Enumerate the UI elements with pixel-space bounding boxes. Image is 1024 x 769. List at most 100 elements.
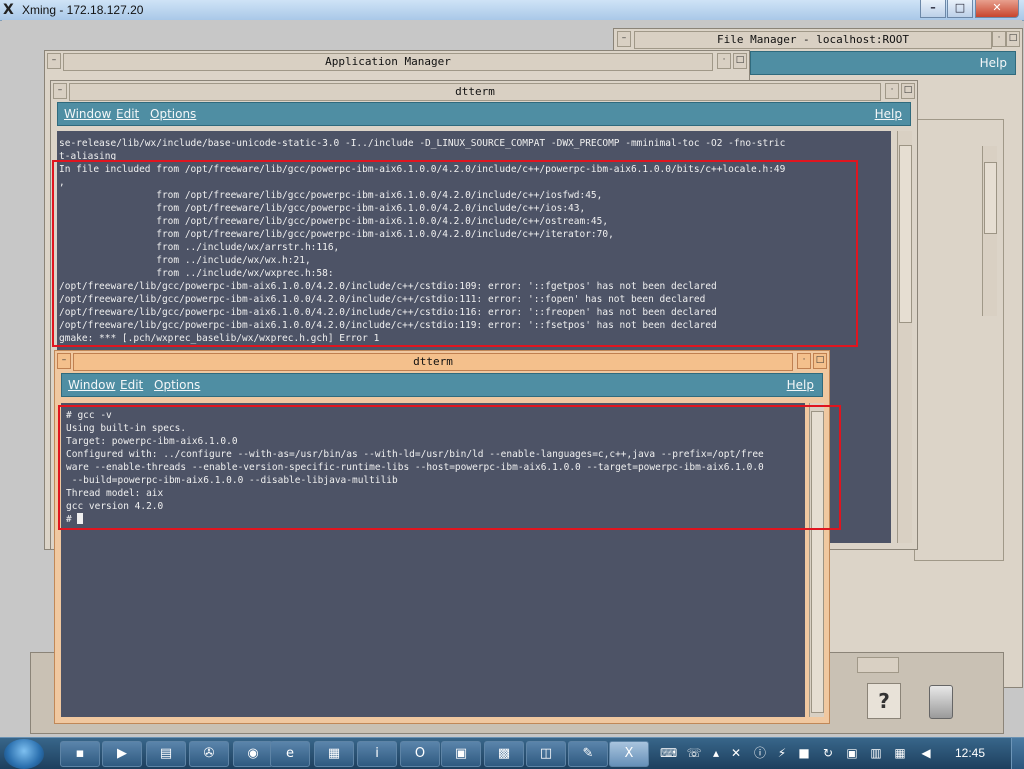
paint-button[interactable]: ✎ [568, 741, 608, 767]
terminal-line: gcc version 4.2.0 [66, 501, 164, 512]
device-tray-icon[interactable]: ▥ [868, 745, 884, 761]
window-menu-icon[interactable]: – [57, 353, 71, 369]
terminal-line: from /opt/freeware/lib/gcc/powerpc-ibm-a… [59, 216, 609, 227]
window-menu-icon[interactable]: – [53, 83, 67, 99]
terminal-line: , [59, 177, 65, 188]
media-button[interactable]: ▶ [102, 741, 142, 767]
office-tray-icon[interactable]: ▣ [844, 745, 860, 761]
taskbar-clock[interactable]: 12:45 [955, 746, 985, 760]
help-menu[interactable]: Help [875, 107, 902, 121]
file-manager-title[interactable]: File Manager - localhost:ROOT [634, 31, 992, 49]
scroll-thumb[interactable] [899, 145, 912, 323]
dtterm-bottom-menubar: Window Edit Options Help [61, 373, 823, 397]
options-menu[interactable]: Options [150, 107, 196, 121]
terminal-line: Using built-in specs. [66, 423, 187, 434]
minimize-icon[interactable]: · [717, 53, 731, 69]
dial-tray-icon[interactable]: ☏ [686, 745, 702, 761]
minimize-button[interactable]: – [920, 0, 946, 18]
maximize-icon[interactable]: □ [733, 53, 747, 69]
minimize-icon[interactable]: · [885, 83, 899, 99]
network-button[interactable]: ▩ [484, 741, 524, 767]
file-manager-menubar: Help [750, 51, 1016, 75]
network-tray-icon[interactable]: ▦ [892, 745, 908, 761]
minimize-icon[interactable]: · [992, 31, 1006, 47]
terminal-line: se-release/lib/wx/include/base-unicode-s… [59, 138, 786, 149]
terminal-line: In file included from /opt/freeware/lib/… [59, 164, 786, 175]
terminal-output-bottom[interactable]: # gcc -v Using built-in specs. Target: pow… [61, 403, 805, 717]
dtterm-top-title[interactable]: dtterm [69, 83, 881, 101]
terminal-line: Target: powerpc-ibm-aix6.1.0.0 [66, 436, 238, 447]
xming-logo-icon: X [3, 2, 14, 18]
firefox-button[interactable]: ◉ [233, 741, 273, 767]
terminal-line: Configured with: ../configure --with-as=… [66, 449, 764, 460]
volume-tray-icon[interactable]: ◀ [918, 745, 934, 761]
sync-tray-icon[interactable]: ↻ [820, 745, 836, 761]
outlook-button[interactable]: O [400, 741, 440, 767]
terminal-line: /opt/freeware/lib/gcc/powerpc-ibm-aix6.1… [59, 294, 706, 305]
xming-tray-icon[interactable]: ✕ [728, 745, 744, 761]
window-menu-icon[interactable]: – [617, 31, 631, 47]
scroll-thumb[interactable] [811, 411, 824, 713]
terminal-top-scrollbar[interactable] [897, 131, 912, 543]
file-manager-scrollbar[interactable] [982, 146, 997, 316]
terminal-line: /opt/freeware/lib/gcc/powerpc-ibm-aix6.1… [59, 320, 717, 331]
maximize-icon[interactable]: □ [1006, 31, 1020, 47]
terminal-line: --build=powerpc-ibm-aix6.1.0.0 --disable… [66, 475, 398, 486]
maximize-button[interactable]: □ [947, 0, 973, 18]
file-manager-help-menu[interactable]: Help [980, 56, 1007, 70]
terminal-line: # gcc -v [66, 410, 112, 421]
dtterm-window-bottom[interactable]: – dtterm · □ Window Edit Options Help # … [54, 350, 830, 724]
dtterm-top-menubar: Window Edit Options Help [57, 102, 911, 126]
minimize-icon[interactable]: · [797, 353, 811, 369]
window-menu[interactable]: Window [64, 107, 111, 121]
notepad-button[interactable]: ▦ [314, 741, 354, 767]
arrow-tray-icon[interactable]: ▴ [708, 745, 724, 761]
xming-button[interactable]: X [609, 741, 649, 767]
terminal-line: from ../include/wx/wxprec.h:58: [59, 268, 334, 279]
dtterm-bottom-title[interactable]: dtterm [73, 353, 793, 371]
terminal-line: /opt/freeware/lib/gcc/powerpc-ibm-aix6.1… [59, 281, 717, 292]
help-menu[interactable]: Help [787, 378, 814, 392]
reel-button[interactable]: ✇ [189, 741, 229, 767]
keyboard-tray-icon[interactable]: ⌨ [660, 745, 677, 761]
terminal-cursor [77, 513, 84, 524]
terminal-line: from ../include/wx/wx.h:21, [59, 255, 311, 266]
help-manager-icon[interactable]: ? [867, 683, 901, 719]
green-tray-icon[interactable]: ■ [796, 745, 812, 761]
file-manager-panel [914, 119, 1004, 561]
terminal-line: ware --enable-threads --enable-version-s… [66, 462, 764, 473]
edit-menu[interactable]: Edit [120, 378, 143, 392]
scroll-thumb[interactable] [984, 162, 997, 234]
xming-window-title: Xming - 172.18.127.20 [22, 3, 144, 17]
explorer-button[interactable]: ▤ [146, 741, 186, 767]
terminal-line: Thread model: aix [66, 488, 164, 499]
terminal-line: from ../include/wx/arrstr.h:116, [59, 242, 340, 253]
windows-taskbar: ▪ ▶ ▤ ✇ ◉ e ▦ i O ▣ ▩ ◫ ✎ X ⌨ ☏ ▴ ✕ ⓘ ⚡ ■ ↻ ▣ ▥ ▦ ◀ 1… [0, 737, 1024, 769]
terminal-line: t-aliasing [59, 151, 117, 162]
window-menu-icon[interactable]: – [47, 53, 61, 69]
maximize-icon[interactable]: □ [901, 83, 915, 99]
info-button[interactable]: i [357, 741, 397, 767]
terminal-line: # [66, 513, 805, 526]
maximize-icon[interactable]: □ [813, 353, 827, 369]
plug-tray-icon[interactable]: ⚡ [774, 745, 790, 761]
terminal-line: /opt/freeware/lib/gcc/powerpc-ibm-aix6.1… [59, 307, 717, 318]
info-tray-icon[interactable]: ⓘ [752, 745, 768, 761]
terminal-line: from /opt/freeware/lib/gcc/powerpc-ibm-a… [59, 229, 614, 240]
start-button[interactable] [4, 739, 44, 769]
window-menu[interactable]: Window [68, 378, 115, 392]
terminal-line: gmake: *** [.pch/wxprec_baselib/wx/wxpre… [59, 333, 380, 344]
trash-can-icon[interactable] [929, 685, 953, 719]
application-manager-title[interactable]: Application Manager [63, 53, 713, 71]
close-button[interactable]: ✕ [975, 0, 1019, 18]
show-desktop-button[interactable] [1011, 738, 1024, 769]
panel-arrow[interactable] [857, 657, 899, 673]
terminal-bottom-scrollbar[interactable] [809, 403, 824, 717]
xming-titlebar: X Xming - 172.18.127.20 – □ ✕ [0, 0, 1024, 21]
cmd-button[interactable]: ▪ [60, 741, 100, 767]
ie-button[interactable]: e [270, 741, 310, 767]
edit-menu[interactable]: Edit [116, 107, 139, 121]
options-menu[interactable]: Options [154, 378, 200, 392]
monitor-button[interactable]: ◫ [526, 741, 566, 767]
remote-button[interactable]: ▣ [441, 741, 481, 767]
